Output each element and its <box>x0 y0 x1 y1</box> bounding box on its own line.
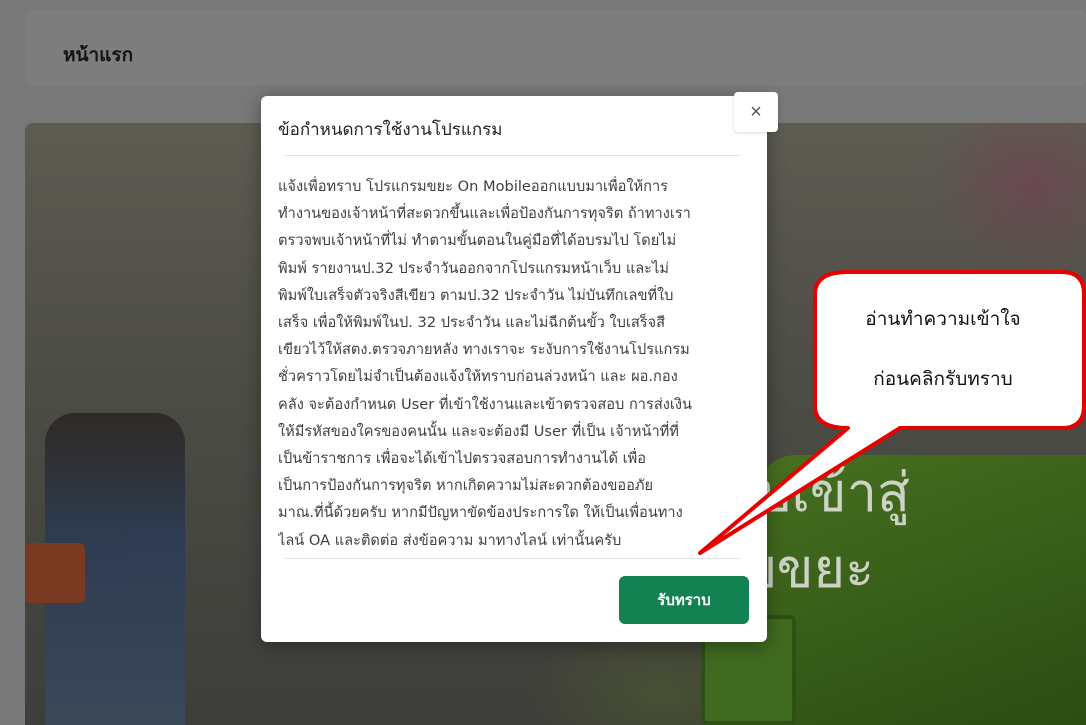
callout-text-line1: อ่านทำความเข้าใจ <box>865 308 1021 330</box>
callout-text-line2: ก่อนคลิกรับทราบ <box>873 368 1013 390</box>
callout-bubble <box>698 270 1086 555</box>
